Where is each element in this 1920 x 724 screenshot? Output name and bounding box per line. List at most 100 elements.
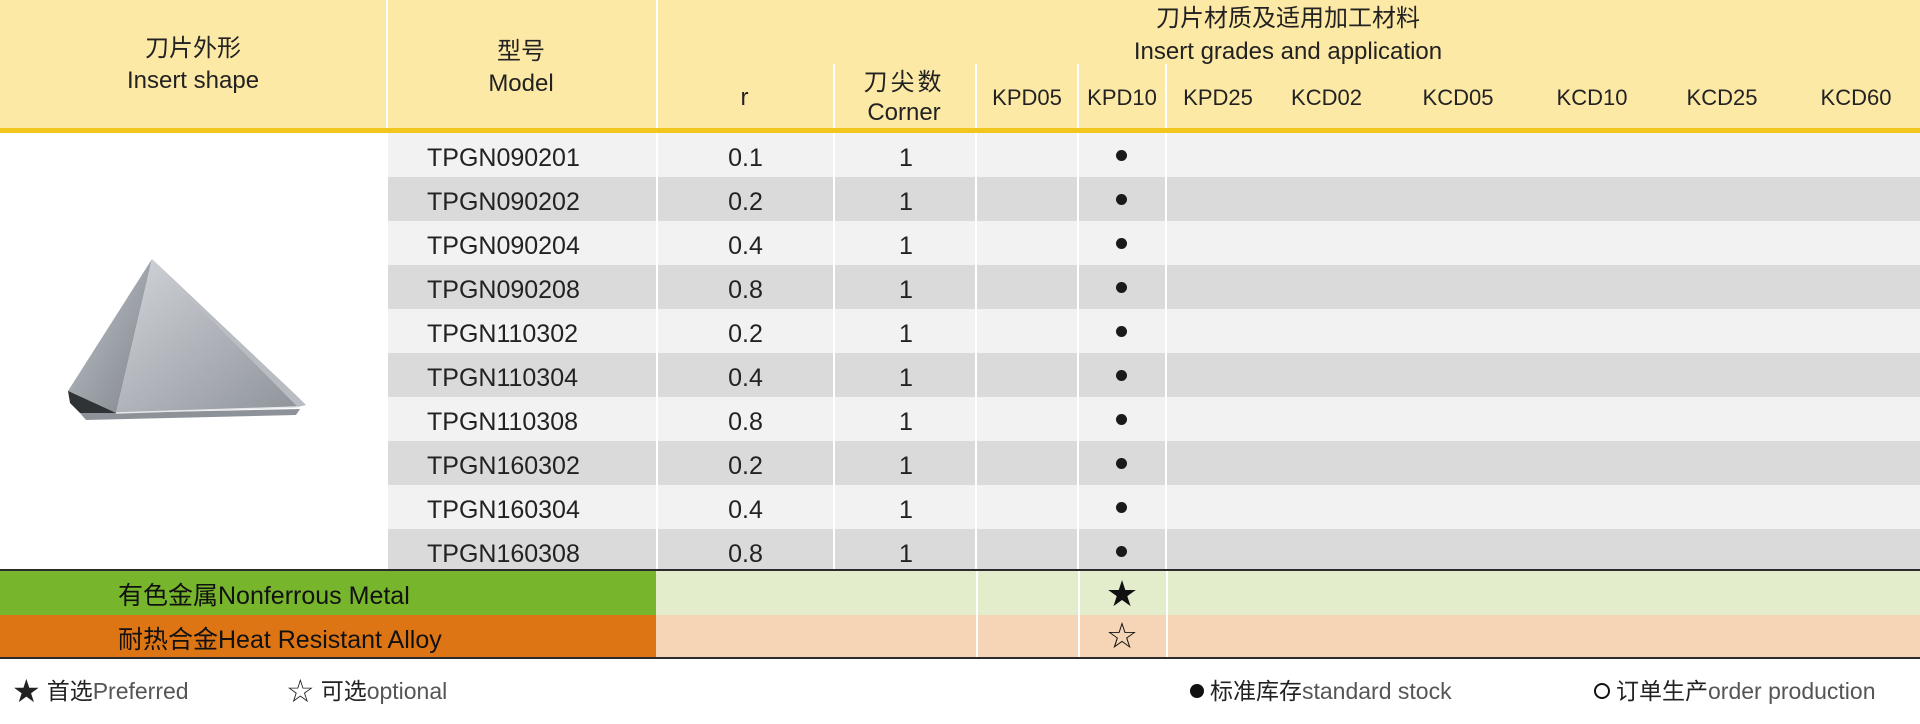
corner-header-cn: 刀尖数: [863, 69, 945, 96]
grades-header-en: Insert grades and application: [1133, 38, 1443, 65]
legend-stock-cn: 标准库存: [1210, 678, 1302, 704]
column-divider: [656, 353, 658, 397]
column-divider: [656, 529, 658, 569]
grade-header-kcd02: KCD02: [1291, 85, 1362, 110]
column-divider: [1165, 133, 1167, 177]
corner-cell: 1: [899, 540, 913, 568]
preferred-star-icon: ★: [1105, 573, 1139, 614]
column-divider: [975, 133, 977, 177]
column-divider: [656, 309, 658, 353]
table-row: TPGN090208 0.8 1: [388, 265, 1920, 309]
triangle-insert-icon: [68, 259, 306, 420]
application-label: 有色金属Nonferrous Metal: [0, 571, 656, 615]
column-divider: [1165, 529, 1167, 569]
r-cell: 0.2: [728, 188, 763, 216]
column-divider: [975, 177, 977, 221]
corner-header-en: Corner: [867, 99, 941, 126]
column-divider: [1077, 529, 1079, 569]
column-divider: [976, 615, 978, 657]
legend-standard-stock: 标准库存standard stock: [1190, 672, 1452, 710]
corner-cell: 1: [899, 320, 913, 348]
column-divider: [656, 133, 658, 177]
column-divider: [656, 265, 658, 309]
corner-cell: 1: [899, 276, 913, 304]
column-divider: [833, 485, 835, 529]
legend-optional-en: optional: [366, 678, 448, 704]
grade-header-kcd60: KCD60: [1820, 85, 1892, 110]
standard-stock-dot-icon: [1116, 282, 1127, 293]
column-divider: [1165, 397, 1167, 441]
corner-cell: 1: [899, 232, 913, 260]
column-divider: [833, 265, 835, 309]
column-divider: [1165, 177, 1167, 221]
column-divider: [833, 353, 835, 397]
column-divider: [833, 177, 835, 221]
column-divider: [833, 309, 835, 353]
table-row: TPGN090204 0.4 1: [388, 221, 1920, 265]
column-divider: [833, 221, 835, 265]
column-divider: [1166, 615, 1168, 657]
r-cell: 0.8: [728, 276, 763, 304]
corner-cell: 1: [899, 188, 913, 216]
model-cell: TPGN160304: [427, 496, 580, 524]
application-grade-cells: [656, 615, 1920, 657]
model-cell: TPGN160308: [427, 540, 580, 568]
column-divider: [656, 177, 658, 221]
column-divider: [1165, 441, 1167, 485]
column-divider: [1077, 265, 1079, 309]
grade-header-kcd10: KCD10: [1556, 85, 1628, 110]
standard-stock-dot-icon: [1116, 370, 1127, 381]
model-cell: TPGN110304: [427, 364, 579, 392]
column-divider: [1077, 221, 1079, 265]
legend-preferred-en: Preferred: [92, 678, 189, 704]
r-cell: 0.1: [728, 144, 763, 172]
column-divider: [656, 397, 658, 441]
column-divider: [833, 133, 835, 177]
shape-header-en: Insert shape: [126, 67, 260, 94]
standard-stock-dot-icon: [1116, 150, 1127, 161]
column-divider: [1077, 133, 1079, 177]
filled-dot-icon: [1190, 683, 1204, 698]
standard-stock-dot-icon: [1116, 458, 1127, 469]
table-header: 刀片外形 Insert shape 型号 Model 刀片材质及适用加工材料 I…: [0, 0, 1920, 128]
legend-order-en: order production: [1708, 678, 1876, 704]
corner-cell: 1: [899, 496, 913, 524]
column-divider: [1078, 571, 1080, 615]
column-divider: [1078, 615, 1080, 657]
column-divider: [975, 221, 977, 265]
r-cell: 0.4: [728, 232, 763, 260]
corner-header: 刀尖数 Corner: [833, 68, 975, 128]
model-cell: TPGN090201: [427, 144, 580, 172]
application-row-nonferrous: 有色金属Nonferrous Metal ★: [0, 571, 1920, 615]
column-divider: [1077, 177, 1079, 221]
column-divider: [1165, 485, 1167, 529]
model-cell: TPGN110308: [427, 408, 579, 436]
table-row: TPGN110302 0.2 1: [388, 309, 1920, 353]
column-divider: [1077, 485, 1079, 529]
column-divider: [833, 397, 835, 441]
corner-cell: 1: [899, 144, 913, 172]
standard-stock-dot-icon: [1116, 546, 1127, 557]
grade-header-kpd25: KPD25: [1183, 85, 1253, 110]
r-cell: 0.2: [728, 452, 763, 480]
grade-header-kcd25: KCD25: [1686, 85, 1758, 110]
model-header-en: Model: [488, 70, 554, 97]
grade-header-kpd10: KPD10: [1087, 85, 1157, 110]
column-divider: [975, 397, 977, 441]
legend-optional: ☆ 可选optional: [286, 672, 447, 710]
model-cell: TPGN090208: [427, 276, 580, 304]
column-divider: [975, 441, 977, 485]
legend-stock-en: standard stock: [1302, 678, 1452, 704]
legend-order-production: 订单生产order production: [1594, 672, 1876, 710]
application-grade-cells: [656, 571, 1920, 615]
outline-star-icon: ☆: [286, 673, 315, 709]
table-row: TPGN110304 0.4 1: [388, 353, 1920, 397]
corner-cell: 1: [899, 408, 913, 436]
legend-order-cn: 订单生产: [1616, 678, 1708, 704]
model-cell: TPGN090204: [427, 232, 580, 260]
application-bottom-rule: [0, 657, 1920, 659]
column-divider: [656, 485, 658, 529]
column-divider: [833, 529, 835, 569]
column-divider: [1077, 309, 1079, 353]
standard-stock-dot-icon: [1116, 238, 1127, 249]
